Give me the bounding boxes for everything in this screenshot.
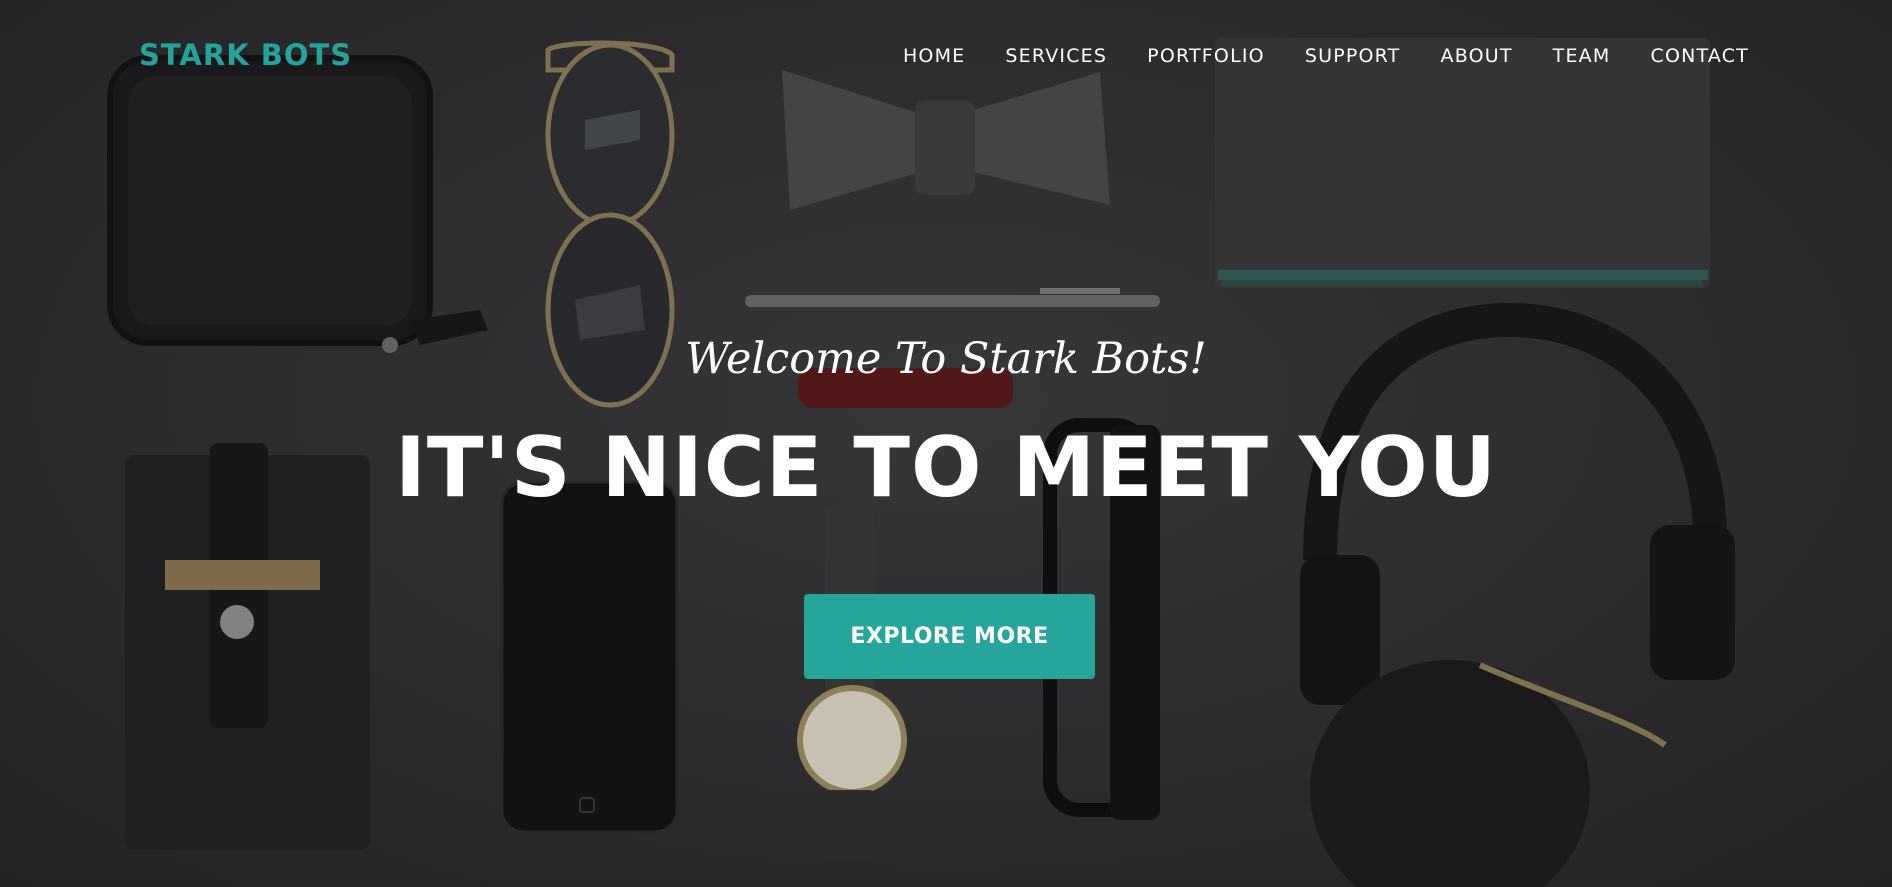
nav-item-services[interactable]: SERVICES (1005, 45, 1107, 67)
hero-section: STARK BOTS HOME SERVICES PORTFOLIO SUPPO… (0, 0, 1892, 887)
nav-item-team[interactable]: TEAM (1553, 45, 1611, 67)
nav-item-portfolio[interactable]: PORTFOLIO (1147, 45, 1265, 67)
hero-subheading: Welcome To Stark Bots! (685, 334, 1207, 384)
nav-item-about[interactable]: ABOUT (1441, 45, 1513, 67)
main-navigation: HOME SERVICES PORTFOLIO SUPPORT ABOUT TE… (863, 45, 1749, 67)
nav-item-contact[interactable]: CONTACT (1650, 45, 1749, 67)
nav-item-support[interactable]: SUPPORT (1305, 45, 1401, 67)
nav-item-home[interactable]: HOME (903, 45, 965, 67)
brand-logo[interactable]: STARK BOTS (139, 38, 352, 72)
hero-heading: IT'S NICE TO MEET YOU (394, 419, 1498, 516)
explore-more-button[interactable]: EXPLORE MORE (804, 594, 1095, 679)
